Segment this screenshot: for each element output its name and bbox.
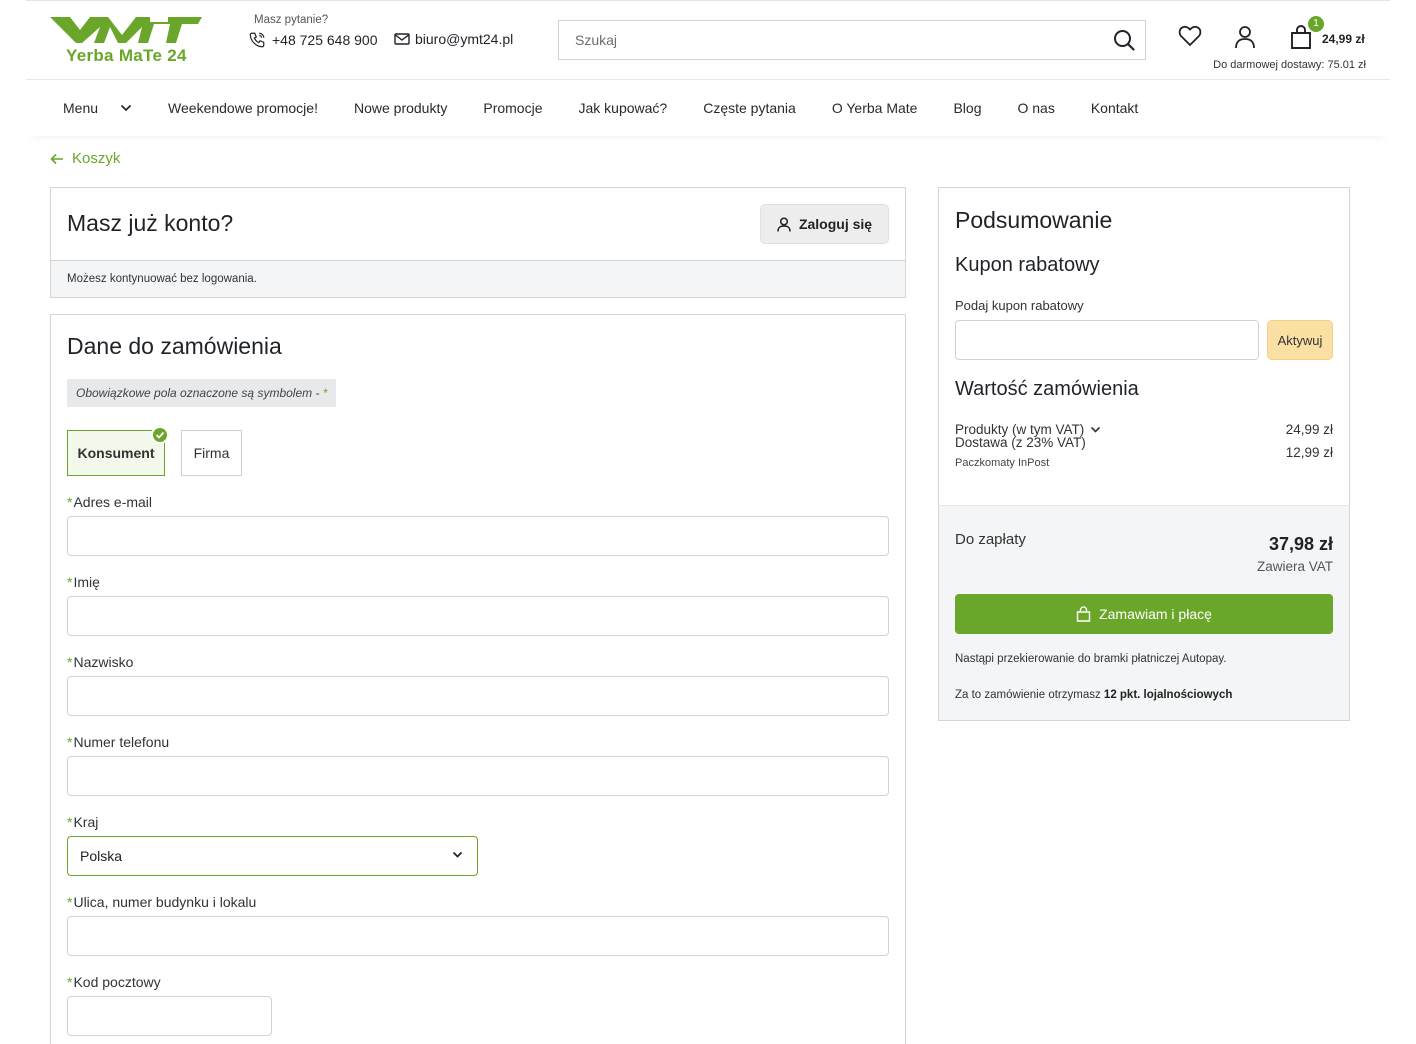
nav-item-weekend-promos[interactable]: Weekendowe promocje! [168,100,318,116]
nav-item-menu[interactable]: Menu [63,100,132,116]
consumer-label: Konsument [77,445,155,461]
phone-number: +48 725 648 900 [272,32,378,48]
order-form: Dane do zamówienia Obowiązkowe pola ozna… [50,314,906,1044]
required-star: * [322,386,328,400]
chevron-down-icon [120,104,132,112]
phone-label: *Numer telefonu [67,734,170,750]
free-delivery-note: Do darmowej dostawy: 75.01 zł [1213,59,1366,71]
required-fields-note: Obowiązkowe pola oznaczone są symbolem -… [67,379,337,407]
postal-label: *Kod pocztowy [67,974,161,990]
nav-item-contact[interactable]: Kontakt [1091,100,1138,116]
search-bar [558,20,1146,60]
login-title: Masz już konto? [67,210,234,236]
contact-question: Masz pytanie? [254,14,329,26]
coupon-title: Kupon rabatowy [955,254,1100,276]
delivery-label: Dostawa (z 23% VAT) [955,435,1086,450]
place-order-button[interactable]: Zamawiam i płacę [955,594,1333,634]
cart-count-badge: 1 [1308,16,1324,32]
loyalty-points: 12 pkt. lojalnościowych [1103,689,1233,701]
email-address: biuro@ymt24.pl [415,31,514,47]
street-label: *Ulica, numer budynku i lokalu [67,894,257,910]
street-field[interactable] [67,916,889,956]
order-value-title: Wartość zamówienia [955,378,1139,400]
nav-item-faq[interactable]: Częste pytania [703,100,796,116]
heart-icon[interactable] [1178,25,1202,52]
phone-link[interactable]: +48 725 648 900 [248,31,378,49]
phone-icon [249,32,265,48]
email-field[interactable] [67,516,889,556]
search-icon[interactable] [1113,29,1135,56]
country-label: *Kraj [67,814,99,830]
phone-field[interactable] [67,756,889,796]
nav-item-how-to-buy[interactable]: Jak kupować? [579,100,668,116]
postal-field[interactable] [67,996,272,1036]
street-input[interactable] [68,917,888,955]
coupon-label: Podaj kupon rabatowy [955,298,1084,313]
email-input[interactable] [68,517,888,555]
phone-input[interactable] [68,757,888,795]
user-icon [777,216,791,232]
chevron-down-icon [1091,426,1101,433]
country-value: Polska [80,848,123,864]
first-name-input[interactable] [68,597,888,635]
place-order-label: Zamawiam i płacę [1099,606,1212,622]
delivery-value: 12,99 zł [1285,445,1333,460]
email-link[interactable]: biuro@ymt24.pl [394,31,513,47]
last-name-field[interactable] [67,676,889,716]
order-summary: Podsumowanie Kupon rabatowy Podaj kupon … [938,187,1350,721]
logo[interactable]: Yerba MaTe 24 [50,15,202,67]
nav-item-blog[interactable]: Blog [953,100,981,116]
arrow-left-icon [50,153,63,164]
email-label: *Adres e-mail [67,494,153,510]
bag-icon [1076,606,1091,622]
user-icon[interactable] [1234,25,1256,54]
logo-mark-icon [50,17,202,43]
mail-icon [394,33,410,45]
check-icon [151,426,169,444]
coupon-input[interactable] [956,321,1258,359]
login-button[interactable]: Zaloguj się [760,204,889,244]
customer-type-consumer[interactable]: Konsument [67,426,169,476]
logo-text: Yerba MaTe 24 [66,46,187,65]
cart-total: 24,99 zł [1322,32,1365,46]
guest-checkout-note: Możesz kontynuować bez logowania. [51,260,905,297]
delivery-row: Dostawa (z 23% VAT) 12,99 zł [955,435,1333,460]
country-select[interactable]: Polska [67,836,478,876]
postal-input[interactable] [68,997,271,1035]
nav-item-new-products[interactable]: Nowe produkty [354,100,447,116]
last-name-label: *Nazwisko [67,654,134,670]
nav-item-about-yerba[interactable]: O Yerba Mate [832,100,918,116]
activate-coupon-button[interactable]: Aktywuj [1267,320,1333,360]
nav-item-label: Menu [63,100,99,116]
loyalty-note: Za to zamówienie otrzymasz 12 pkt. lojal… [955,689,1233,701]
login-button-label: Zaloguj się [798,216,873,232]
payment-area: Do zapłaty 37,98 zł Zawiera VAT Zamawiam… [939,505,1349,720]
login-panel: Masz już konto? Zaloguj się Możesz konty… [50,187,906,298]
first-name-label: *Imię [67,574,100,590]
customer-type-company[interactable]: Firma [181,430,242,476]
required-note-text: Obowiązkowe pola oznaczone są symbolem - [76,386,320,400]
order-form-title: Dane do zamówienia [67,333,282,359]
nav-item-about-us[interactable]: O nas [1017,100,1054,116]
delivery-method: Paczkomaty InPost [955,457,1050,469]
last-name-input[interactable] [68,677,888,715]
coupon-field[interactable] [955,320,1259,360]
nav-item-promotions[interactable]: Promocje [483,100,542,116]
to-pay-value: 37,98 zł [1268,534,1333,554]
back-to-cart-link[interactable]: Koszyk [50,150,120,167]
first-name-field[interactable] [67,596,889,636]
site-header: Yerba MaTe 24 Masz pytanie? +48 725 648 … [26,1,1390,80]
chevron-down-icon [452,851,463,858]
to-pay-label: Do zapłaty [955,531,1026,548]
main-nav: Menu Weekendowe promocje! Nowe produkty … [26,80,1390,136]
back-label: Koszyk [72,150,121,167]
redirect-note: Nastąpi przekierowanie do bramki płatnic… [955,653,1227,665]
summary-title: Podsumowanie [955,207,1113,233]
vat-note: Zawiera VAT [1256,559,1333,574]
search-input[interactable] [559,21,1099,59]
